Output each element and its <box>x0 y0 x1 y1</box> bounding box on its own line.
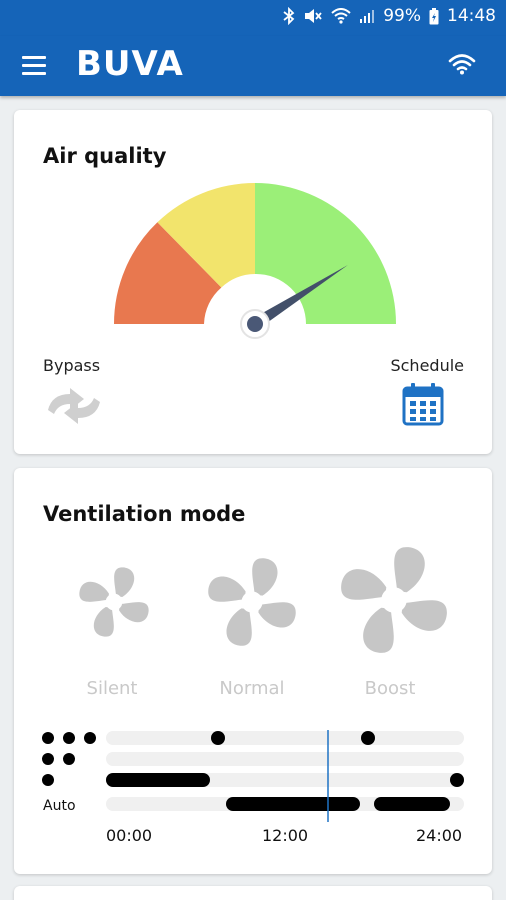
ventilation-mode-card: Ventilation mode Silent Normal Boost Aut… <box>14 468 492 874</box>
battery-percentage: 99% <box>383 6 421 26</box>
timeline-event <box>211 731 225 745</box>
bypass-icon[interactable] <box>42 384 106 428</box>
timeline-block <box>226 797 360 811</box>
timeline-block <box>374 797 450 811</box>
bluetooth-icon <box>283 7 295 25</box>
mute-icon <box>305 9 322 23</box>
clock: 14:48 <box>447 6 496 26</box>
timeline-track-2 <box>106 752 464 766</box>
signal-icon <box>360 10 375 23</box>
timeline-event <box>361 731 375 745</box>
next-card <box>14 886 492 900</box>
time-label-start: 00:00 <box>106 826 153 845</box>
calendar-icon[interactable] <box>402 382 444 426</box>
timeline-event <box>450 773 464 787</box>
timeline-block <box>106 773 210 787</box>
status-bar: 99% 14:48 <box>0 0 506 36</box>
connection-wifi-icon[interactable] <box>448 53 476 75</box>
air-quality-gauge <box>114 183 396 350</box>
timeline-track-3 <box>106 731 464 745</box>
schedule-timeline[interactable] <box>14 468 492 828</box>
schedule-label: Schedule <box>390 356 464 375</box>
time-label-mid: 12:00 <box>262 826 309 845</box>
air-quality-title: Air quality <box>43 144 167 168</box>
time-label-end: 24:00 <box>416 826 463 845</box>
hamburger-menu-icon[interactable] <box>22 56 48 76</box>
battery-icon <box>429 7 439 24</box>
brand-logo: BUVA <box>76 44 184 84</box>
app-bar: BUVA <box>0 36 506 96</box>
wifi-icon <box>331 8 351 24</box>
bypass-label: Bypass <box>43 356 101 375</box>
air-quality-card: Air quality Bypass Schedule <box>14 110 492 454</box>
